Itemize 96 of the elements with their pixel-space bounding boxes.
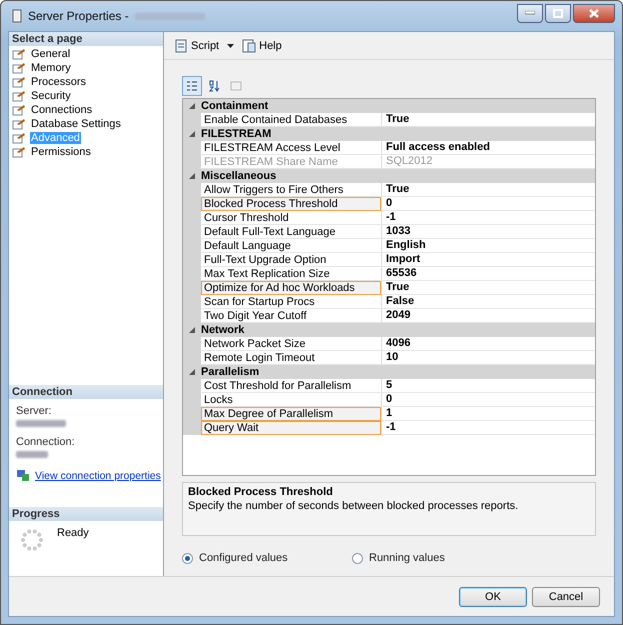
wrench-page-icon [12,76,26,88]
script-icon [174,38,188,52]
property-name[interactable]: Default Language [201,239,381,253]
collapse-icon[interactable] [189,103,195,109]
list-icon [186,80,198,92]
category-header: Network [201,324,244,336]
property-name[interactable]: Max Text Replication Size [201,267,381,281]
property-value[interactable]: True [381,183,595,197]
categorized-button[interactable] [182,76,202,96]
help-icon [242,38,256,52]
computers-icon [16,469,30,482]
property-name[interactable]: Enable Contained Databases [201,113,381,127]
wrench-page-icon [12,146,26,158]
property-name[interactable]: Full-Text Upgrade Option [201,253,381,267]
property-value[interactable]: True [381,281,595,295]
page-item[interactable]: General [30,48,72,60]
radio-dot-icon[interactable] [182,552,193,564]
page-item[interactable]: Memory [30,62,72,74]
property-name[interactable]: Default Full-Text Language [201,225,381,239]
property-name[interactable]: Max Degree of Parallelism [201,407,381,421]
property-value[interactable]: 1 [381,407,595,421]
panel-header: Connection [9,385,163,399]
property-name[interactable]: Cursor Threshold [201,211,381,225]
property-name[interactable]: Two Digit Year Cutoff [201,309,381,323]
minimize-button[interactable] [517,4,543,22]
collapse-icon[interactable] [189,131,195,137]
script-button[interactable]: Script [172,38,222,52]
property-name[interactable]: Scan for Startup Procs [201,295,381,309]
wrench-page-icon [12,118,26,130]
page-item[interactable]: Connections [30,104,94,116]
maximize-button[interactable] [545,4,571,22]
redacted-text [134,12,205,20]
property-name[interactable]: Cost Threshold for Parallelism [201,379,381,393]
property-value[interactable]: 65536 [381,267,595,281]
close-button[interactable] [573,4,615,22]
property-value[interactable]: 5 [381,379,595,393]
redacted-text [16,420,66,427]
category-header: Containment [201,100,268,112]
wrench-page-icon [12,48,26,60]
wrench-page-icon [12,62,26,74]
dropdown-arrow-icon[interactable] [227,44,234,48]
property-name[interactable]: Blocked Process Threshold [201,197,381,211]
window-title: Server Properties - [28,9,129,23]
property-name[interactable]: Network Packet Size [201,337,381,351]
sort-az-icon [208,80,220,92]
page-item[interactable]: Database Settings [30,118,122,130]
row-gutter [183,421,201,435]
progress-status: Ready [57,527,89,541]
property-value[interactable]: 4096 [381,337,595,351]
wrench-page-icon [12,90,26,102]
property-name[interactable]: Allow Triggers to Fire Others [201,183,381,197]
property-value[interactable]: 0 [381,393,595,407]
page-item[interactable]: Permissions [30,146,92,158]
property-name[interactable]: Optimize for Ad hoc Workloads [201,281,381,295]
wrench-page-icon [12,132,26,144]
property-name[interactable]: Remote Login Timeout [201,351,381,365]
collapse-icon[interactable] [189,369,195,375]
property-value[interactable]: -1 [381,211,595,225]
property-name[interactable]: Locks [201,393,381,407]
dialog-button[interactable]: OK [459,586,527,606]
pages-icon [230,80,242,92]
collapse-icon[interactable] [189,173,195,179]
property-value[interactable]: Import [381,253,595,267]
property-name[interactable]: Query Wait [201,421,381,435]
property-value[interactable]: Full access enabled [381,141,595,155]
minimize-icon [525,11,535,15]
help-button[interactable]: Help [240,38,284,52]
category-header: FILESTREAM [201,128,272,140]
dialog-button[interactable]: Cancel [532,586,600,606]
close-icon [589,8,599,18]
property-value[interactable]: English [381,239,595,253]
redacted-text [16,451,48,458]
category-header: Parallelism [201,366,260,378]
property-value[interactable]: -1 [381,421,595,435]
property-name[interactable]: FILESTREAM Access Level [201,141,381,155]
property-value[interactable]: 0 [381,197,595,211]
property-value[interactable]: 1033 [381,225,595,239]
connection-label: Connection: [16,436,76,448]
panel-header: Progress [9,507,163,521]
page-item[interactable]: Processors [30,76,88,88]
view-connection-link[interactable]: View connection properties [35,470,161,482]
value-mode-radio[interactable]: Running values [352,552,522,564]
description-title: Blocked Process Threshold [188,486,334,498]
category-header: Miscellaneous [201,170,276,182]
property-value[interactable]: False [381,295,595,309]
spinner-icon [19,527,45,553]
wrench-page-icon [12,104,26,116]
panel-header: Select a page [9,32,163,46]
description-text: Specify the number of seconds between blocked processes reports. [188,500,520,512]
value-mode-radio[interactable]: Configured values [182,552,352,564]
window-icon [12,9,22,23]
maximize-icon [553,8,563,18]
page-item[interactable]: Security [30,90,72,102]
radio-dot-icon[interactable] [352,552,363,564]
collapse-icon[interactable] [189,327,195,333]
server-label: Server: [16,405,52,417]
